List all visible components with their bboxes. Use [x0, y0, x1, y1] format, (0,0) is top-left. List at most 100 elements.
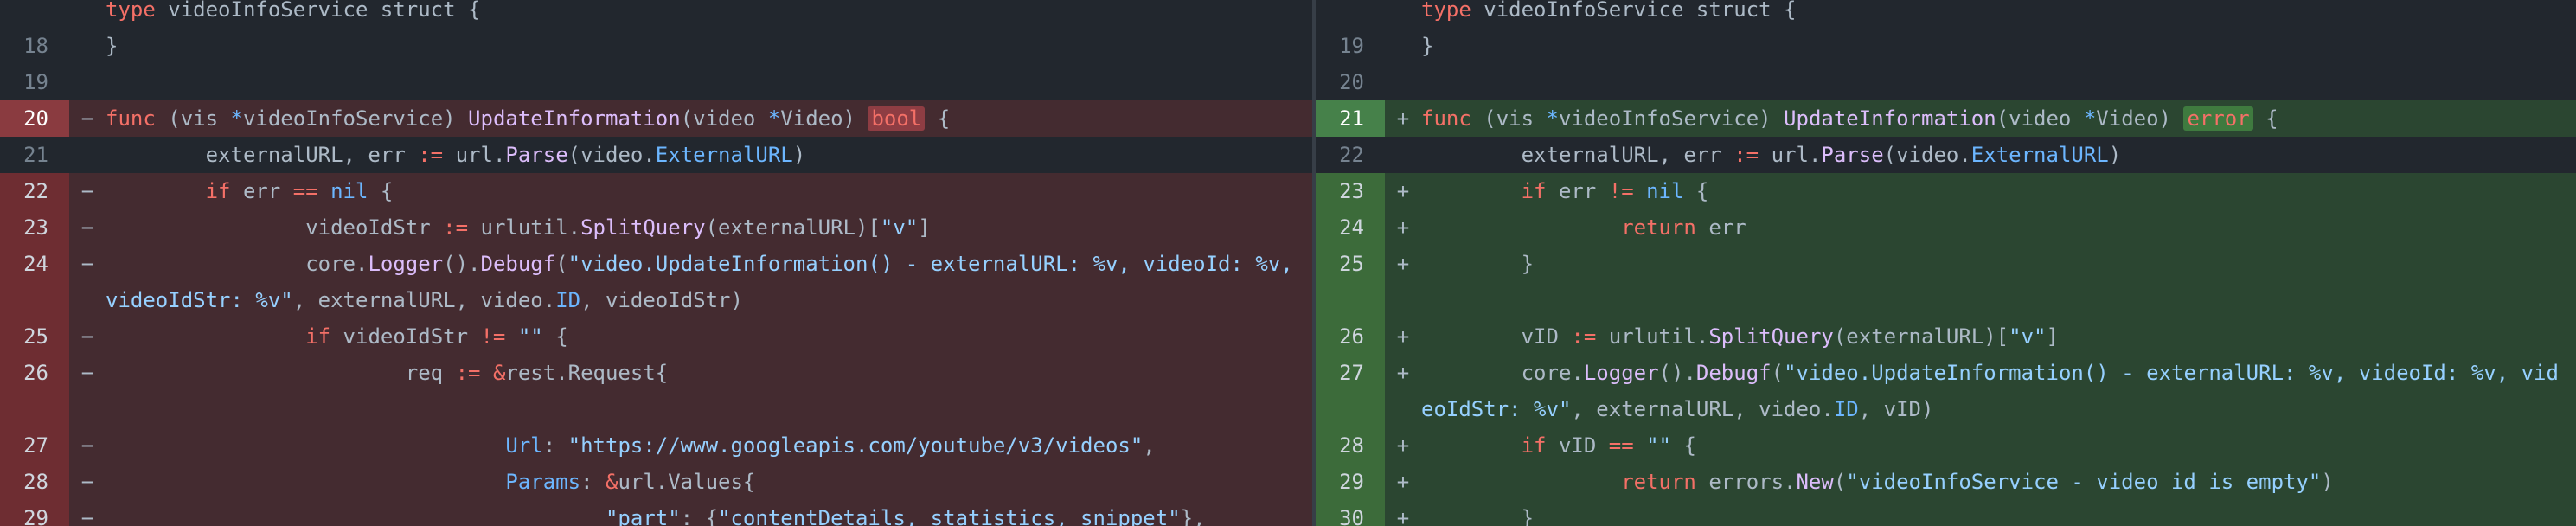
- code-text: core.Logger().Debugf("video.UpdateInform…: [106, 246, 1312, 318]
- line-number[interactable]: [1316, 282, 1385, 318]
- code-token: Url: [505, 433, 543, 458]
- code-token: videoInfoService): [1558, 106, 1785, 131]
- code-text: req := &rest.Request{: [106, 355, 1312, 391]
- line-number[interactable]: 22: [0, 173, 69, 209]
- code-token: urlutil.: [468, 215, 581, 240]
- line-number[interactable]: 28: [1316, 427, 1385, 464]
- code-token: url.Values{: [618, 470, 756, 494]
- line-number[interactable]: 25: [0, 318, 69, 355]
- diff-line: 22− if err == nil {: [0, 173, 1312, 209]
- code-token: if: [305, 324, 331, 349]
- line-number[interactable]: 24: [1316, 209, 1385, 246]
- diff-marker: +: [1385, 318, 1421, 355]
- code-token: core.: [106, 252, 368, 276]
- code-token: *: [767, 106, 781, 131]
- diff-line: [0, 391, 1312, 427]
- line-number[interactable]: 25: [1316, 246, 1385, 282]
- code-token: }: [106, 34, 119, 58]
- code-text: videoIdStr := urlutil.SplitQuery(externa…: [106, 209, 1312, 246]
- diff-pane-modified[interactable]: type videoInfoService struct {19} 20 21 + fu…: [1316, 0, 2576, 526]
- code-token: ExternalURL: [655, 143, 793, 167]
- code-token: :: [542, 433, 568, 458]
- line-number[interactable]: 22: [1316, 137, 1385, 173]
- line-number[interactable]: [1316, 0, 1385, 28]
- line-number[interactable]: 21: [1316, 100, 1385, 137]
- code-token: Logger: [368, 252, 444, 276]
- code-token: !=: [480, 324, 506, 349]
- diff-marker: +: [1385, 100, 1421, 137]
- code-token: &: [605, 470, 618, 494]
- code-token: externalURL, err: [1421, 143, 1734, 167]
- line-number[interactable]: 19: [1316, 28, 1385, 64]
- code-token: func: [1421, 106, 1471, 131]
- code-token: (externalURL)[: [705, 215, 881, 240]
- code-token: videoIdStr: [330, 324, 481, 349]
- code-token: UpdateInformation: [1784, 106, 1996, 131]
- code-text: core.Logger().Debugf("video.UpdateInform…: [1421, 355, 2576, 427]
- line-number[interactable]: [0, 0, 69, 28]
- line-number[interactable]: 20: [0, 100, 69, 137]
- diff-marker: −: [69, 355, 106, 391]
- diff-marker: −: [69, 464, 106, 500]
- line-number[interactable]: 27: [0, 427, 69, 464]
- diff-line: 21 + func (vis *videoInfoService) UpdateIn…: [1316, 100, 2576, 137]
- diff-pane-original[interactable]: type videoInfoService struct {18} 19 20− fu…: [0, 0, 1312, 526]
- code-text: func (vis *videoInfoService) UpdateInfor…: [1421, 100, 2576, 137]
- diff-line: 18}: [0, 28, 1312, 64]
- code-token: ]: [918, 215, 931, 240]
- code-token: ExternalURL: [1970, 143, 2109, 167]
- diff-line: 26 + vID := urlutil.SplitQuery(externalUR…: [1316, 318, 2576, 355]
- diff-line: 30 + }: [1316, 500, 2576, 526]
- line-number[interactable]: 24: [0, 246, 69, 318]
- code-text: "part": {"contentDetails, statistics, sn…: [106, 500, 1312, 526]
- diff-marker: −: [69, 500, 106, 526]
- line-number[interactable]: 30: [1316, 500, 1385, 526]
- code-token: (video: [1996, 106, 2084, 131]
- line-number[interactable]: 23: [1316, 173, 1385, 209]
- code-text: if err != nil {: [1421, 173, 2576, 209]
- line-number[interactable]: 28: [0, 464, 69, 500]
- code-text: }: [1421, 246, 2576, 282]
- code-token: New: [1796, 470, 1834, 494]
- code-token: "contentDetails, statistics, snippet": [718, 506, 1181, 526]
- diff-marker: +: [1385, 173, 1421, 209]
- code-token: videoInfoService struct {: [155, 0, 481, 22]
- diff-marker: +: [1385, 246, 1421, 282]
- diff-marker: [1385, 64, 1421, 100]
- code-token: :=: [455, 361, 481, 385]
- code-token: if: [1521, 433, 1547, 458]
- line-number[interactable]: 20: [1316, 64, 1385, 100]
- line-number[interactable]: 26: [1316, 318, 1385, 355]
- diff-marker: −: [69, 427, 106, 464]
- diff-marker: [69, 64, 106, 100]
- code-token: return: [1621, 470, 1696, 494]
- line-number[interactable]: 26: [0, 355, 69, 391]
- line-number[interactable]: 18: [0, 28, 69, 64]
- code-token: ,: [1143, 433, 1156, 458]
- code-text: return err: [1421, 209, 2576, 246]
- code-token: videoInfoService): [242, 106, 469, 131]
- diff-line: [1316, 282, 2576, 318]
- line-number[interactable]: [0, 391, 69, 427]
- code-text: externalURL, err := url.Parse(video.Exte…: [1421, 137, 2576, 173]
- code-token: nil: [330, 179, 368, 203]
- line-number[interactable]: 21: [0, 137, 69, 173]
- line-number[interactable]: 27: [1316, 355, 1385, 427]
- diff-marker: −: [69, 100, 106, 137]
- line-number[interactable]: 29: [1316, 464, 1385, 500]
- line-number[interactable]: 23: [0, 209, 69, 246]
- diff-line: type videoInfoService struct {: [0, 0, 1312, 28]
- code-token: return: [1621, 215, 1696, 240]
- diff-line: 21 externalURL, err := url.Parse(video.E…: [0, 137, 1312, 173]
- line-number[interactable]: 29: [0, 500, 69, 526]
- diff-marker: −: [69, 209, 106, 246]
- line-number[interactable]: 19: [0, 64, 69, 100]
- code-token: (: [1771, 361, 1785, 385]
- diff-line: 24 + return err: [1316, 209, 2576, 246]
- code-token: "v": [2009, 324, 2047, 349]
- code-token: videoIdStr: [106, 215, 444, 240]
